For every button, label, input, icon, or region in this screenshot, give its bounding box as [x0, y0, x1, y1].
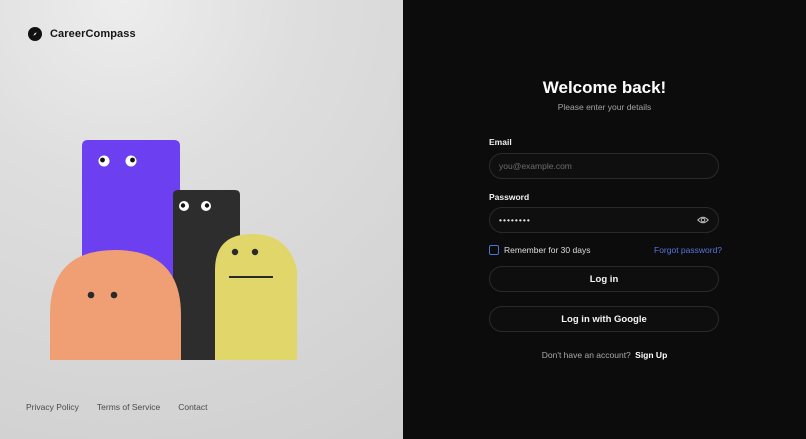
- login-button[interactable]: Log in: [489, 266, 719, 292]
- password-label: Password: [489, 192, 530, 202]
- footer-links: Privacy Policy Terms of Service Contact: [26, 402, 208, 412]
- no-account-text: Don't have an account?: [541, 350, 631, 360]
- remember-me: Remember for 30 days: [489, 245, 590, 255]
- email-label: Email: [489, 137, 512, 147]
- remember-label: Remember for 30 days: [504, 245, 591, 255]
- orange-character: [50, 250, 181, 360]
- characters-illustration: [50, 140, 297, 360]
- page-title: Welcome back!: [542, 78, 667, 97]
- login-panel: Welcome back! Please enter your details …: [403, 0, 806, 439]
- page-subtitle: Please enter your details: [557, 102, 652, 112]
- illustration-panel: CareerCompass Privacy Policy Terms of Se…: [0, 0, 403, 439]
- terms-of-service-link[interactable]: Terms of Service: [97, 402, 160, 412]
- contact-link[interactable]: Contact: [178, 402, 207, 412]
- privacy-policy-link[interactable]: Privacy Policy: [26, 402, 79, 412]
- login-page: CareerCompass Privacy Policy Terms of Se…: [0, 0, 806, 439]
- password-field[interactable]: [499, 215, 709, 225]
- email-field-container: [489, 153, 719, 179]
- yellow-character: [215, 234, 297, 360]
- forgot-password-link[interactable]: Forgot password?: [654, 245, 722, 255]
- signup-link[interactable]: Sign Up: [635, 350, 667, 360]
- google-login-button[interactable]: Log in with Google: [489, 306, 719, 332]
- eye-icon[interactable]: [697, 215, 709, 225]
- password-field-container: [489, 207, 719, 233]
- email-field[interactable]: [499, 161, 709, 171]
- signup-prompt: Don't have an account? Sign Up: [403, 350, 806, 360]
- remember-checkbox[interactable]: [489, 245, 499, 255]
